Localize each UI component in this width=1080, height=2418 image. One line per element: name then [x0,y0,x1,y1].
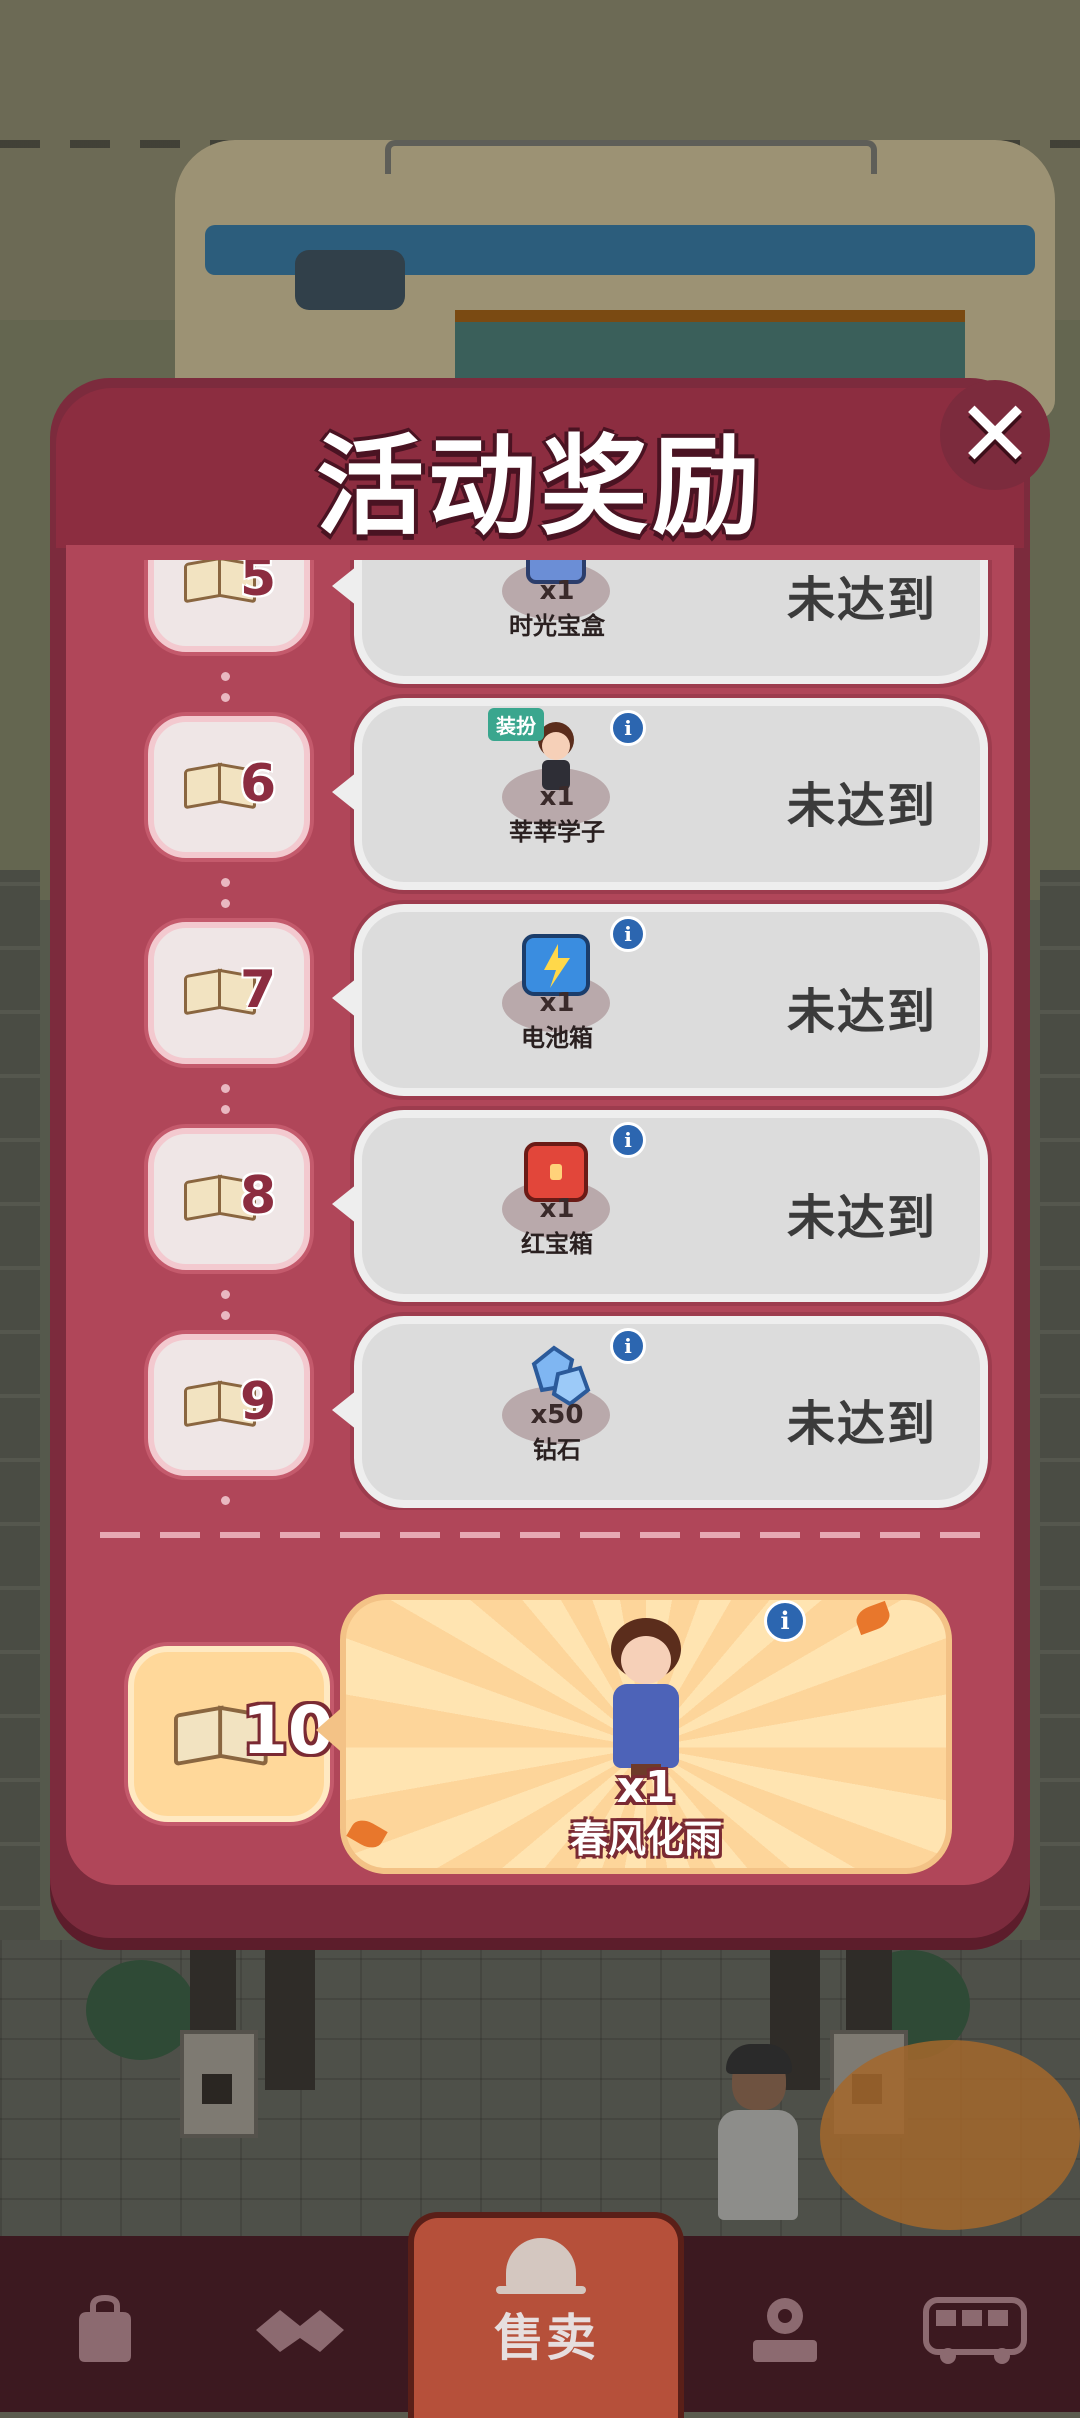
reward-card: i x1 电池箱 未达到 [332,904,988,1096]
level-number: 9 [240,1372,277,1432]
level-number: 6 [240,754,277,814]
info-icon[interactable]: i [610,1328,646,1364]
bus-icon [923,2297,1027,2364]
sidewalk-left [0,870,40,1970]
item-name: 莘莘学子 [509,818,605,846]
status-label: 未达到 [786,1396,937,1452]
level-badge: 5 [148,560,310,652]
reward-row: 8 i x1 红宝箱 未达到 [66,1098,1014,1302]
connector-dots [221,1496,230,1510]
status-label: 未达到 [786,1190,937,1246]
map-pin-icon [753,2298,817,2362]
reward-list[interactable]: 5 x1 时光宝盒 未达到 6 装扮 i x1 莘莘学子 未达到 7 i x1 … [66,560,1014,1510]
pillar [265,1940,315,2090]
stone-lantern [180,2030,258,2138]
final-item-name: 春风化雨 [569,1817,722,1861]
autumn-leaf-icon [852,1600,894,1636]
item-quantity: x1 [539,782,575,812]
handshake-icon [256,2310,344,2352]
close-icon: ✕ [956,381,1034,488]
final-level-badge: 10 [128,1646,334,1822]
reward-card: i x50 钻石 未达到 [332,1316,988,1508]
nav-map-button[interactable] [700,2260,870,2400]
level-number: 8 [240,1166,277,1226]
panel-title: 活动奖励 [315,425,764,550]
status-label: 未达到 [786,572,937,628]
dashed-divider [100,1532,980,1538]
reward-row: 9 i x50 钻石 未达到 [66,1304,1014,1508]
item-name: 钻石 [533,1436,581,1464]
nav-sell-button[interactable]: 售卖 [408,2212,684,2418]
sidewalk-right [1040,870,1080,1970]
teacher-outfit-icon[interactable] [601,1618,691,1778]
item-quantity: x1 [539,576,575,606]
status-label: 未达到 [786,984,937,1040]
level-number: 7 [240,960,277,1020]
item-quantity: x50 [530,1400,584,1430]
status-label: 未达到 [786,778,937,834]
nav-bus-button[interactable] [890,2260,1060,2400]
level-badge: 6 [148,716,310,858]
item-name: 红宝箱 [521,1230,593,1258]
final-item-quantity: x1 [616,1762,676,1813]
info-icon[interactable]: i [610,1122,646,1158]
item-quantity: x1 [539,988,575,1018]
reward-card: i x1 红宝箱 未达到 [332,1110,988,1302]
nav-partner-button[interactable] [215,2260,385,2400]
level-badge: 8 [148,1128,310,1270]
reward-row: 6 装扮 i x1 莘莘学子 未达到 [66,686,1014,890]
bag-icon [79,2294,131,2362]
autumn-tree [820,2040,1080,2230]
level-badge: 7 [148,922,310,1064]
reward-row: 5 x1 时光宝盒 未达到 [66,560,1014,684]
info-icon[interactable]: i [610,710,646,746]
outfit-tag: 装扮 [488,708,544,741]
npc-customer[interactable] [718,2044,798,2220]
info-icon[interactable]: i [610,916,646,952]
final-reward-card: i x1 春风化雨 [316,1594,952,1874]
level-badge: 9 [148,1334,310,1476]
close-button[interactable]: ✕ [940,380,1050,490]
nav-bag-button[interactable] [20,2260,190,2400]
item-name: 时光宝盒 [509,612,605,640]
level-number: 5 [240,560,277,608]
service-bell-icon [496,2238,586,2294]
bus-window [295,250,405,310]
roof-rack [385,140,877,174]
reward-row: 7 i x1 电池箱 未达到 [66,892,1014,1096]
reward-card: x1 时光宝盒 未达到 [332,560,988,684]
reward-card: 装扮 i x1 莘莘学子 未达到 [332,698,988,890]
item-name: 电池箱 [521,1024,593,1052]
autumn-leaf-icon [346,1815,388,1853]
info-icon[interactable]: i [764,1600,806,1642]
nav-sell-label: 售卖 [494,2309,598,2367]
item-quantity: x1 [539,1194,575,1224]
